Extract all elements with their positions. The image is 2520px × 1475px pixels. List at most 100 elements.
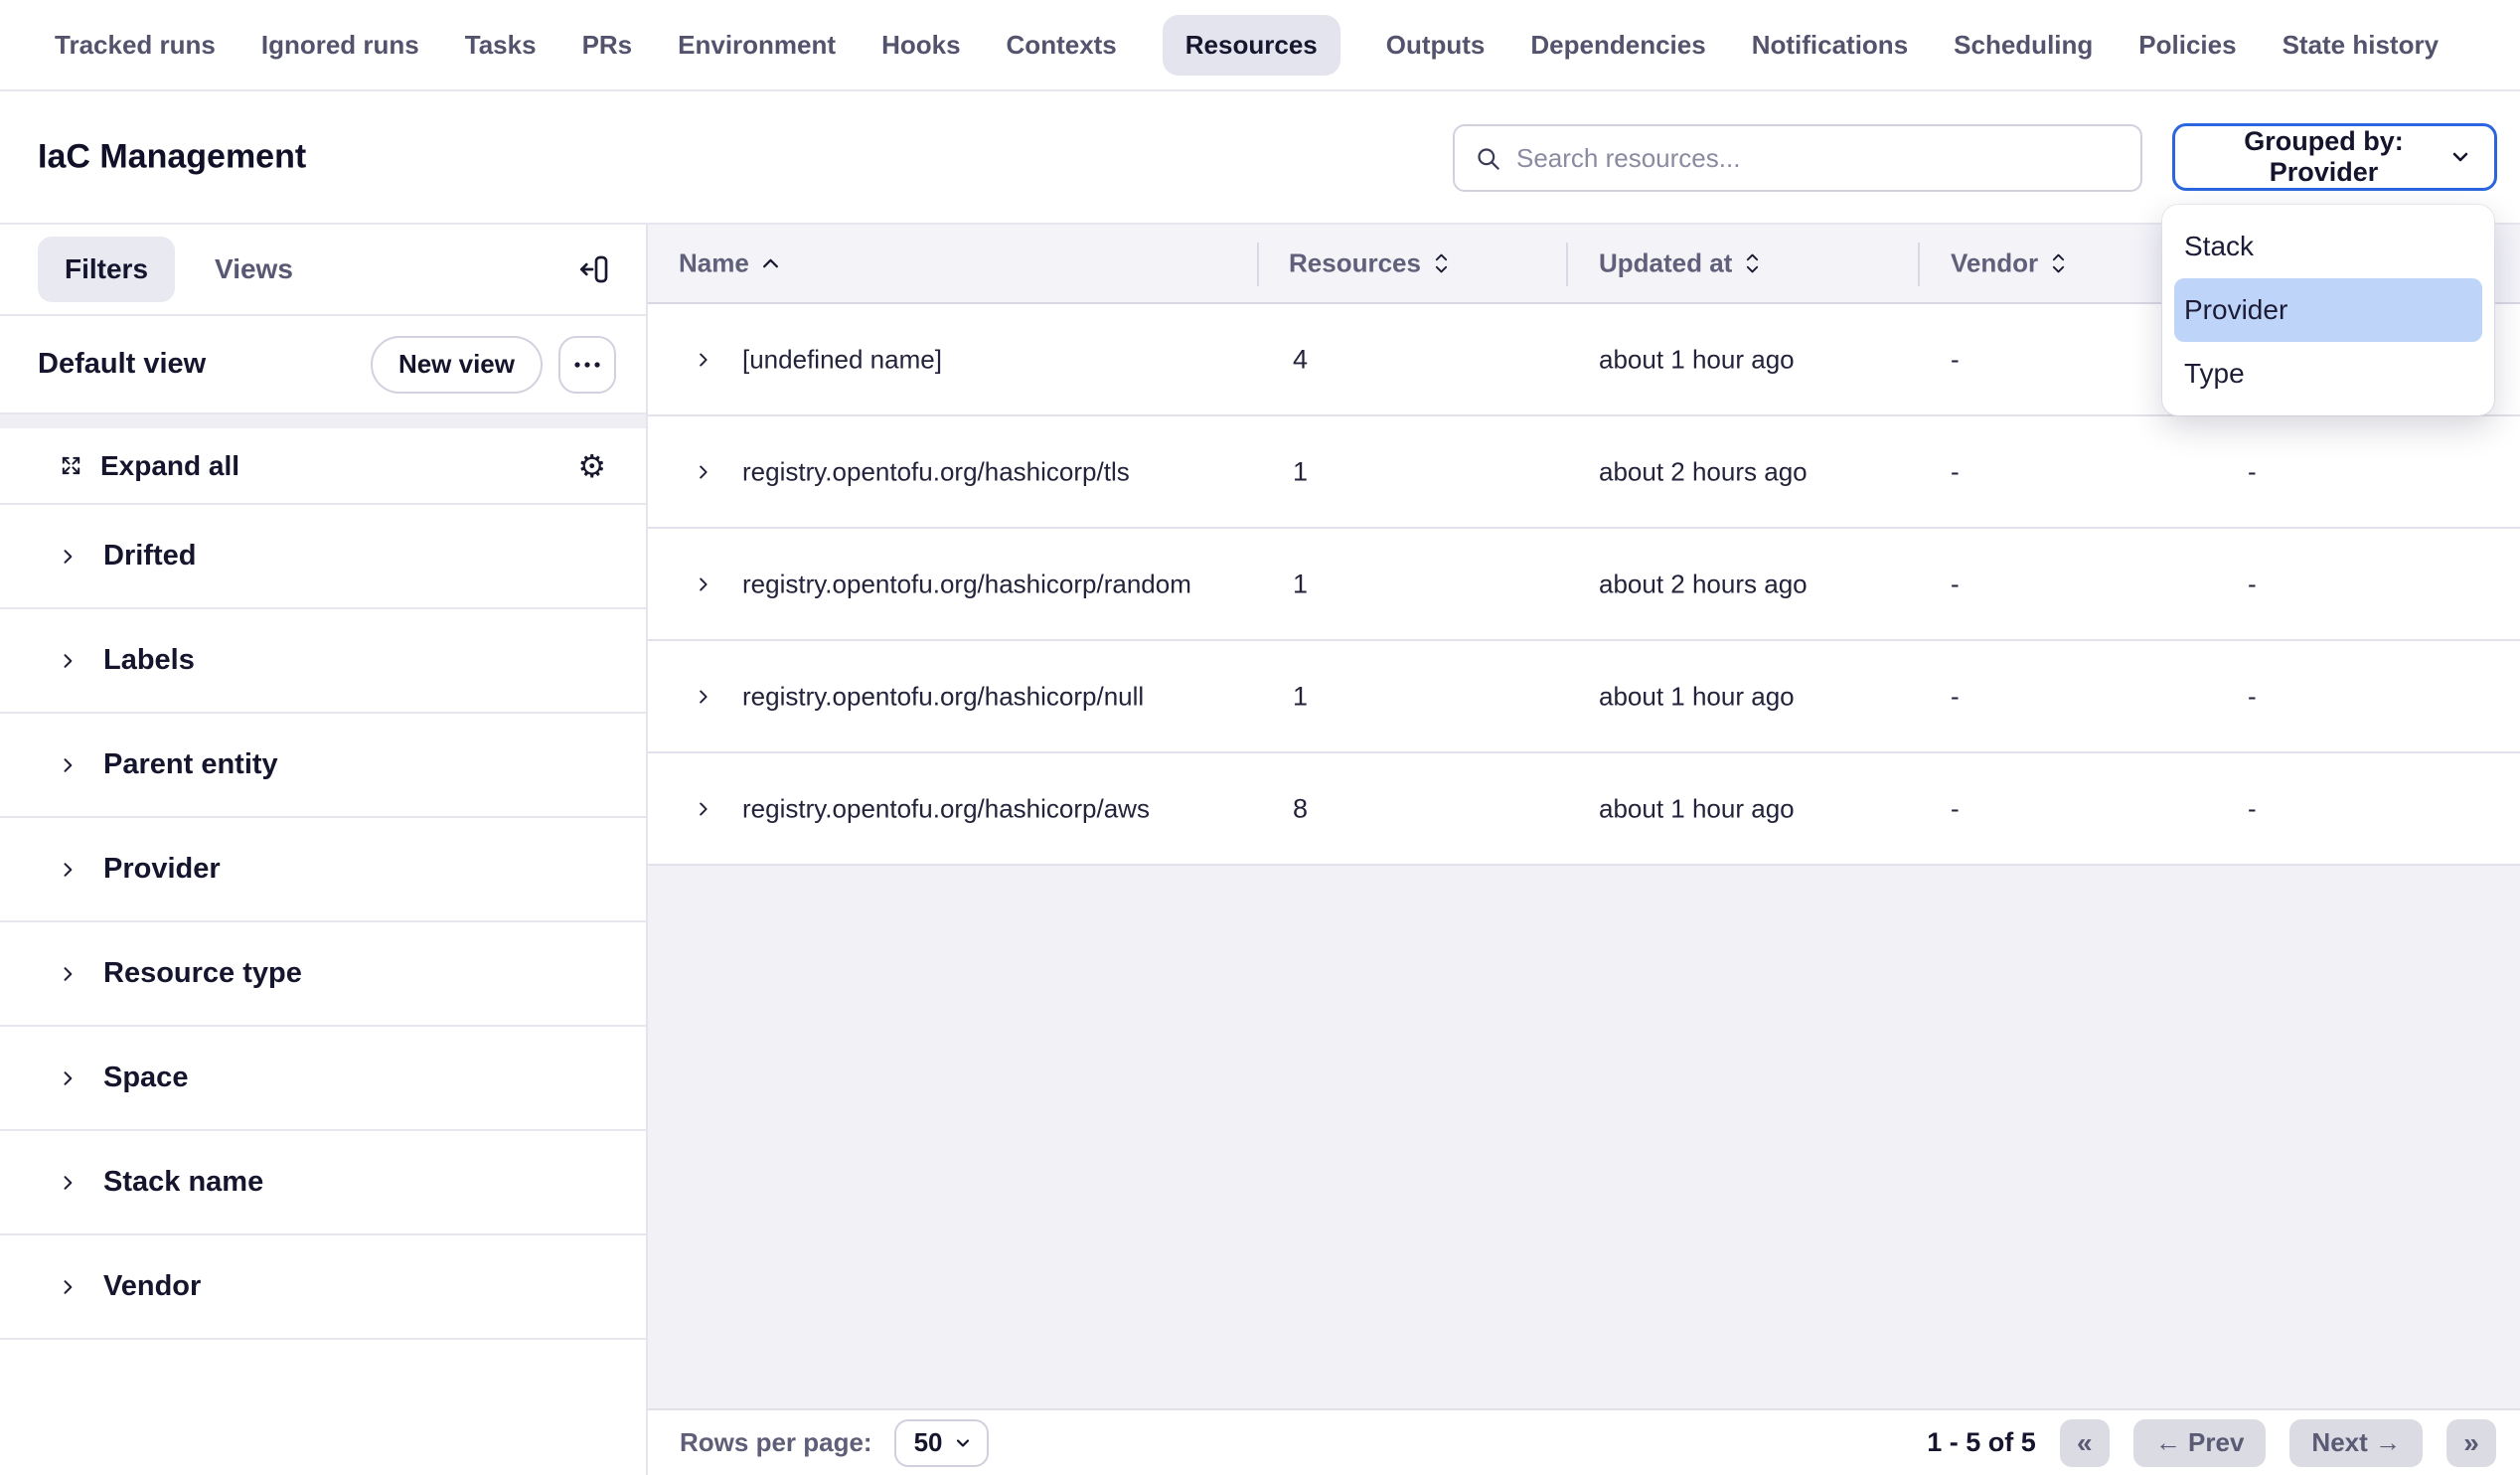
nav-notifications[interactable]: Notifications [1752, 30, 1908, 61]
chevron-right-icon [58, 651, 78, 671]
cell-updated-at: about 1 hour ago [1599, 344, 1795, 375]
menu-item-provider[interactable]: Provider [2174, 278, 2482, 342]
table-row[interactable]: registry.opentofu.org/hashicorp/random 1… [648, 529, 2520, 641]
menu-item-stack[interactable]: Stack [2174, 215, 2482, 278]
prev-page-button[interactable]: ← Prev [2133, 1419, 2267, 1467]
filter-label: Stack name [103, 1166, 263, 1199]
tab-filters[interactable]: Filters [38, 237, 175, 302]
nav-tracked-runs[interactable]: Tracked runs [55, 30, 216, 61]
cell-resources: 1 [1293, 456, 1308, 487]
column-label: Name [679, 248, 749, 279]
column-divider [1566, 243, 1568, 286]
search-icon [1475, 145, 1501, 172]
ellipsis-icon [572, 361, 602, 369]
nav-hooks[interactable]: Hooks [881, 30, 960, 61]
expand-row-icon[interactable] [694, 574, 712, 593]
filter-labels[interactable]: Labels [0, 609, 646, 714]
table-row[interactable]: registry.opentofu.org/hashicorp/aws 8 ab… [648, 753, 2520, 866]
column-divider [1918, 243, 1920, 286]
column-header-updated-at[interactable]: Updated at [1599, 248, 1760, 279]
cell-vendor: - [1951, 681, 1960, 712]
nav-tasks[interactable]: Tasks [465, 30, 537, 61]
chevron-right-icon [58, 755, 78, 775]
cell-vendor: - [1951, 456, 1960, 487]
cell-extra: - [2248, 456, 2257, 487]
nav-state-history[interactable]: State history [2283, 30, 2440, 61]
nav-contexts[interactable]: Contexts [1007, 30, 1117, 61]
tab-views[interactable]: Views [215, 253, 293, 285]
view-row: Default view New view [0, 316, 646, 414]
cell-resources: 1 [1293, 569, 1308, 599]
sidebar-filler [0, 1340, 646, 1475]
search-box[interactable] [1453, 124, 2142, 192]
nav-prs[interactable]: PRs [582, 30, 633, 61]
column-label: Resources [1289, 248, 1421, 279]
table-row[interactable]: registry.opentofu.org/hashicorp/tls 1 ab… [648, 416, 2520, 529]
sidebar: Filters Views Default view New view [0, 225, 648, 1475]
cell-vendor: - [1951, 793, 1960, 824]
expand-row-icon[interactable] [694, 462, 712, 481]
cell-name: registry.opentofu.org/hashicorp/random [742, 569, 1191, 599]
nav-environment[interactable]: Environment [678, 30, 836, 61]
chevron-right-icon [58, 1068, 78, 1088]
cell-vendor: - [1951, 569, 1960, 599]
filter-drifted[interactable]: Drifted [0, 505, 646, 609]
first-page-button[interactable]: « [2060, 1419, 2110, 1467]
filter-label: Provider [103, 853, 221, 886]
column-header-name[interactable]: Name [679, 248, 779, 279]
last-page-button[interactable]: » [2446, 1419, 2496, 1467]
filter-label: Space [103, 1062, 188, 1094]
cell-extra: - [2248, 681, 2257, 712]
rows-per-page-select[interactable]: 50 [894, 1419, 989, 1467]
expand-all-icon [60, 454, 82, 477]
cell-resources: 4 [1293, 344, 1308, 375]
next-page-button[interactable]: Next → [2289, 1419, 2423, 1467]
table-row[interactable]: registry.opentofu.org/hashicorp/null 1 a… [648, 641, 2520, 753]
sort-asc-icon [762, 258, 779, 269]
nav-scheduling[interactable]: Scheduling [1954, 30, 2093, 61]
expand-row-icon[interactable] [694, 799, 712, 818]
pagination-range: 1 - 5 of 5 [1927, 1427, 2036, 1458]
nav-resources[interactable]: Resources [1163, 15, 1340, 76]
page-title: IaC Management [38, 138, 306, 177]
view-options-button[interactable] [558, 336, 616, 394]
nav-outputs[interactable]: Outputs [1386, 30, 1486, 61]
expand-row-icon[interactable] [694, 350, 712, 369]
group-by-button[interactable]: Grouped by: Provider [2172, 123, 2497, 191]
sidebar-tabs: Filters Views [0, 225, 646, 316]
sort-icon [1434, 253, 1449, 274]
filter-parent-entity[interactable]: Parent entity [0, 714, 646, 818]
search-input[interactable] [1516, 143, 2140, 174]
column-header-resources[interactable]: Resources [1289, 248, 1449, 279]
rows-per-page-label: Rows per page: [680, 1427, 872, 1458]
column-label: Updated at [1599, 248, 1732, 279]
filter-provider[interactable]: Provider [0, 818, 646, 922]
filters-settings-button[interactable]: ⚙ [577, 450, 606, 482]
menu-item-type[interactable]: Type [2174, 342, 2482, 406]
group-by-menu: Stack Provider Type [2162, 205, 2494, 415]
cell-updated-at: about 2 hours ago [1599, 569, 1808, 599]
new-view-button[interactable]: New view [371, 336, 543, 394]
expand-row-icon[interactable] [694, 687, 712, 706]
chevron-right-icon [58, 1173, 78, 1193]
filter-label: Parent entity [103, 748, 278, 781]
nav-dependencies[interactable]: Dependencies [1530, 30, 1705, 61]
filter-space[interactable]: Space [0, 1027, 646, 1131]
nav-ignored-runs[interactable]: Ignored runs [261, 30, 419, 61]
chevron-right-icon [58, 964, 78, 984]
column-header-vendor[interactable]: Vendor [1951, 248, 2066, 279]
filter-vendor[interactable]: Vendor [0, 1235, 646, 1340]
column-divider [1257, 243, 1259, 286]
top-nav: Tracked runs Ignored runs Tasks PRs Envi… [0, 0, 2520, 91]
filter-stack-name[interactable]: Stack name [0, 1131, 646, 1235]
filter-resource-type[interactable]: Resource type [0, 922, 646, 1027]
filter-label: Vendor [103, 1270, 201, 1303]
expand-all-row[interactable]: Expand all ⚙ [0, 428, 646, 505]
cell-name: registry.opentofu.org/hashicorp/tls [742, 456, 1130, 487]
sort-icon [1745, 253, 1760, 274]
collapse-sidebar-button[interactable] [578, 253, 610, 285]
nav-policies[interactable]: Policies [2138, 30, 2236, 61]
gear-icon: ⚙ [577, 447, 606, 485]
group-by-label: Grouped by: Provider [2199, 126, 2448, 188]
cell-extra: - [2248, 569, 2257, 599]
